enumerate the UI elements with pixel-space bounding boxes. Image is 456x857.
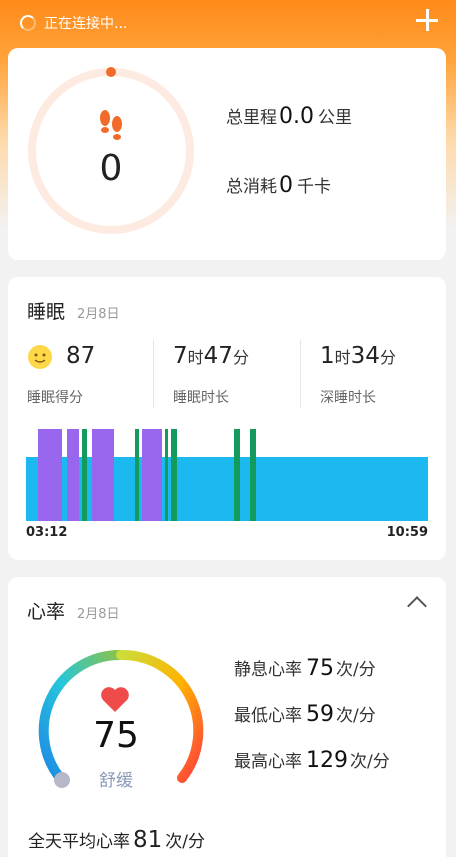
sleep-bar-rem (67, 429, 79, 521)
heart-rate-title-text: 心率 (27, 601, 66, 623)
smiley-icon (28, 345, 52, 369)
sleep-bar-rem (38, 429, 62, 521)
max-label: 最高心率 (234, 752, 302, 772)
min-value: 59 (306, 702, 334, 727)
sleep-duration: 7 时 47 分 (173, 343, 249, 369)
distance-metric: 总里程 0.0 公里 (226, 103, 352, 129)
distance-label: 总里程 (226, 108, 277, 128)
resting-value: 75 (306, 656, 334, 681)
sleep-bar-awake (250, 429, 256, 521)
avg-value: 81 (133, 827, 163, 853)
connection-status: 正在连接中... (20, 12, 127, 34)
minute-unit: 分 (379, 348, 396, 367)
connection-status-text: 正在连接中... (44, 16, 128, 32)
calorie-unit: 千卡 (297, 177, 331, 197)
sleep-score-label: 睡眠得分 (27, 390, 83, 406)
max-value: 129 (306, 748, 348, 773)
add-button[interactable] (416, 9, 438, 31)
bpm-unit: 次/分 (336, 660, 376, 680)
deep-sleep-duration: 1 时 34 分 (320, 343, 396, 369)
deep-sleep-minutes: 34 (350, 343, 380, 369)
resting-heart-rate: 静息心率 75 次/分 (234, 655, 376, 681)
sleep-end-time: 10:59 (386, 525, 428, 540)
min-label: 最低心率 (234, 706, 302, 726)
hour-unit: 时 (187, 348, 204, 367)
distance-value: 0.0 (279, 104, 314, 129)
bpm-unit: 次/分 (350, 752, 390, 772)
sleep-card[interactable]: 睡眠 2月8日 87 睡眠得分 7 时 47 分 睡眠时长 1 时 34 分 深… (8, 277, 446, 560)
calorie-metric: 总消耗 0 千卡 (226, 172, 331, 198)
loading-spinner-icon (20, 15, 36, 31)
sleep-title: 睡眠 2月8日 (27, 297, 120, 324)
sleep-duration-minutes: 47 (203, 343, 233, 369)
current-heart-rate: 75 (93, 715, 139, 756)
bpm-unit: 次/分 (336, 706, 376, 726)
heart-rate-state: 舒缓 (99, 771, 133, 791)
bpm-unit: 次/分 (165, 832, 206, 852)
distance-unit: 公里 (318, 108, 352, 128)
heart-icon (101, 687, 129, 712)
sleep-score: 87 (66, 343, 95, 369)
max-heart-rate: 最高心率 129 次/分 (234, 747, 390, 773)
divider (153, 340, 154, 408)
sleep-bar-awake (171, 429, 177, 521)
sleep-duration-hours: 7 (173, 343, 188, 369)
footprints-icon (100, 110, 122, 140)
sleep-duration-label: 睡眠时长 (173, 390, 229, 406)
calorie-label: 总消耗 (226, 177, 277, 197)
sleep-date: 2月8日 (77, 307, 120, 322)
minute-unit: 分 (232, 348, 249, 367)
sleep-start-time: 03:12 (26, 525, 68, 540)
sleep-title-text: 睡眠 (27, 301, 66, 323)
heart-rate-title: 心率 2月8日 (27, 597, 120, 624)
calorie-value: 0 (279, 173, 293, 198)
hour-unit: 时 (334, 348, 351, 367)
heart-rate-card[interactable]: 心率 2月8日 75 舒缓 静息心率 75 次/分 最低心率 59 次/分 最高… (8, 577, 446, 857)
collapse-chevron-icon[interactable] (407, 596, 427, 616)
avg-label: 全天平均心率 (28, 832, 130, 852)
sleep-bar-awake (135, 429, 139, 521)
sleep-bar-awake (234, 429, 240, 521)
sleep-stage-chart (26, 429, 428, 521)
step-count: 0 (99, 148, 123, 189)
sleep-bar-rem (92, 429, 114, 521)
sleep-bar-rem (142, 429, 162, 521)
sleep-bar-awake (165, 429, 168, 521)
sleep-score-value: 87 (66, 343, 96, 369)
heart-rate-date: 2月8日 (77, 607, 120, 622)
deep-sleep-hours: 1 (320, 343, 335, 369)
divider (300, 340, 301, 408)
resting-label: 静息心率 (234, 660, 302, 680)
sleep-bar-awake (82, 429, 87, 521)
deep-sleep-label: 深睡时长 (320, 390, 376, 406)
steps-card[interactable]: 0 总里程 0.0 公里 总消耗 0 千卡 (8, 48, 446, 260)
min-heart-rate: 最低心率 59 次/分 (234, 701, 376, 727)
average-heart-rate: 全天平均心率 81 次/分 (28, 827, 205, 853)
